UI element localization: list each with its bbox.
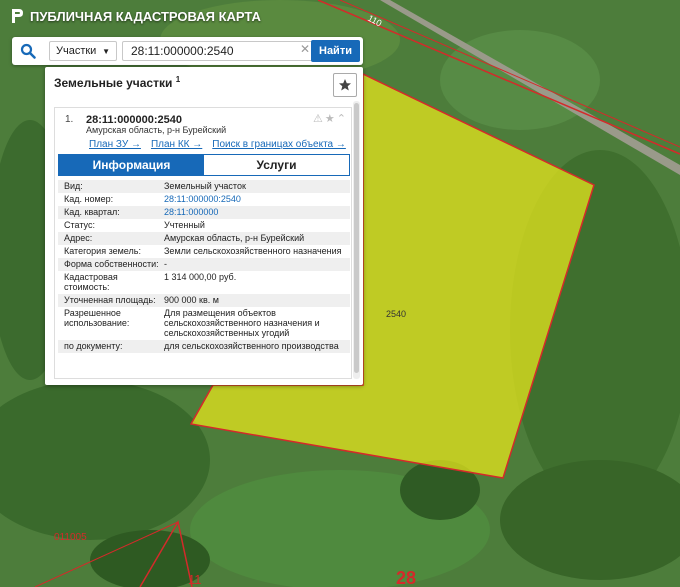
property-key: Форма собственности: — [64, 259, 159, 269]
property-row: Форма собственности: - — [58, 258, 350, 271]
property-row: Кад. номер: 28:11:000000:2540 — [58, 193, 350, 206]
property-key: Вид: — [64, 181, 83, 191]
property-row: по документу: для сельскохозяйственного п… — [58, 340, 350, 353]
property-row: Категория земель: Земли сельскохозяйствен… — [58, 245, 350, 258]
clear-icon[interactable]: ✕ — [300, 42, 310, 56]
property-key: Кад. номер: — [64, 194, 114, 204]
chevron-up-icon[interactable]: ⌃ — [337, 112, 346, 125]
search-input[interactable] — [122, 41, 316, 61]
search-type-select[interactable]: Участки ▼ — [49, 41, 117, 61]
result-card: 1. 28:11:000000:2540 Амурская область, р… — [54, 107, 352, 379]
star-icon[interactable]: ★ — [325, 112, 335, 125]
result-index: 1. — [65, 114, 74, 125]
search-bar: Участки ▼ ✕ Найти — [12, 37, 363, 65]
property-value: Земли сельскохозяйственного назначения — [164, 246, 342, 256]
search-in-bounds-link[interactable]: Поиск в границах объекта → — [212, 139, 346, 150]
property-value: Для размещения объектов сельскохозяйстве… — [164, 308, 320, 338]
property-value: для сельскохозяйственного производства — [164, 341, 339, 351]
scrollbar-thumb[interactable] — [354, 103, 359, 373]
property-key: по документу: — [64, 341, 123, 351]
result-links: План ЗУ → План КК → Поиск в границах объ… — [89, 139, 346, 150]
property-value: Амурская область, р-н Бурейский — [164, 233, 305, 243]
property-row: Кад. квартал: 28:11:000000 — [58, 206, 350, 219]
property-row: Адрес: Амурская область, р-н Бурейский — [58, 232, 350, 245]
plan-kk-link[interactable]: План КК → — [151, 139, 202, 150]
panel-title-text: Земельные участки — [54, 76, 173, 90]
property-row: Вид: Земельный участок — [58, 180, 350, 193]
property-value: 1 314 000,00 руб. — [164, 272, 237, 282]
property-value: 900 000 кв. м — [164, 295, 219, 305]
result-actions: ⚠ ★ ⌃ — [313, 112, 346, 125]
search-icon[interactable] — [20, 43, 36, 59]
pkk-logo-icon — [12, 9, 23, 23]
property-value: - — [164, 259, 167, 269]
property-value: Земельный участок — [164, 181, 246, 191]
property-key: Кад. квартал: — [64, 207, 120, 217]
property-row: Разрешенное использование: Для размещения… — [58, 307, 350, 340]
property-key: Статус: — [64, 220, 95, 230]
property-key: Разрешенное использование: — [64, 308, 130, 328]
panel-title: Земельные участки 1 — [54, 75, 180, 90]
property-key: Адрес: — [64, 233, 93, 243]
property-row: Уточненная площадь: 900 000 кв. м — [58, 294, 350, 307]
find-button[interactable]: Найти — [311, 40, 360, 62]
properties-table: Вид: Земельный участок Кад. номер: 28:11:0… — [58, 180, 350, 353]
cad-number-link[interactable]: 28:11:000000:2540 — [164, 194, 350, 204]
cad-block-link[interactable]: 28:11:000000 — [164, 207, 350, 217]
result-address: Амурская область, р-н Бурейский — [86, 125, 227, 135]
results-count: 1 — [175, 75, 181, 84]
tab-information[interactable]: Информация — [59, 155, 204, 175]
favorite-button[interactable] — [333, 73, 357, 97]
warning-icon[interactable]: ⚠ — [313, 112, 323, 125]
property-key: Категория земель: — [64, 246, 141, 256]
block-label: 011005 — [54, 532, 87, 543]
property-key: Кадастровая стоимость: — [64, 272, 118, 292]
map-number-28: 28 — [396, 568, 416, 587]
search-type-label: Участки — [56, 45, 97, 57]
star-icon — [339, 79, 351, 91]
app-header: ПУБЛИЧНАЯ КАДАСТРОВАЯ КАРТА — [10, 8, 261, 24]
app-title: ПУБЛИЧНАЯ КАДАСТРОВАЯ КАРТА — [30, 8, 261, 24]
results-panel: Земельные участки 1 1. 28:11:000000:2540… — [45, 67, 363, 385]
property-value: Учтенный — [164, 220, 205, 230]
property-row: Кадастровая стоимость: 1 314 000,00 руб. — [58, 271, 350, 294]
chevron-down-icon: ▼ — [102, 46, 110, 56]
map-number-11: 11 — [188, 572, 202, 587]
property-row: Статус: Учтенный — [58, 219, 350, 232]
tab-services[interactable]: Услуги — [204, 155, 349, 175]
panel-scrollbar[interactable] — [353, 101, 360, 379]
property-key: Уточненная площадь: — [64, 295, 156, 305]
parcel-label: 2540 — [386, 309, 406, 319]
result-tabs: Информация Услуги — [58, 154, 350, 176]
plan-zu-link[interactable]: План ЗУ → — [89, 139, 141, 150]
